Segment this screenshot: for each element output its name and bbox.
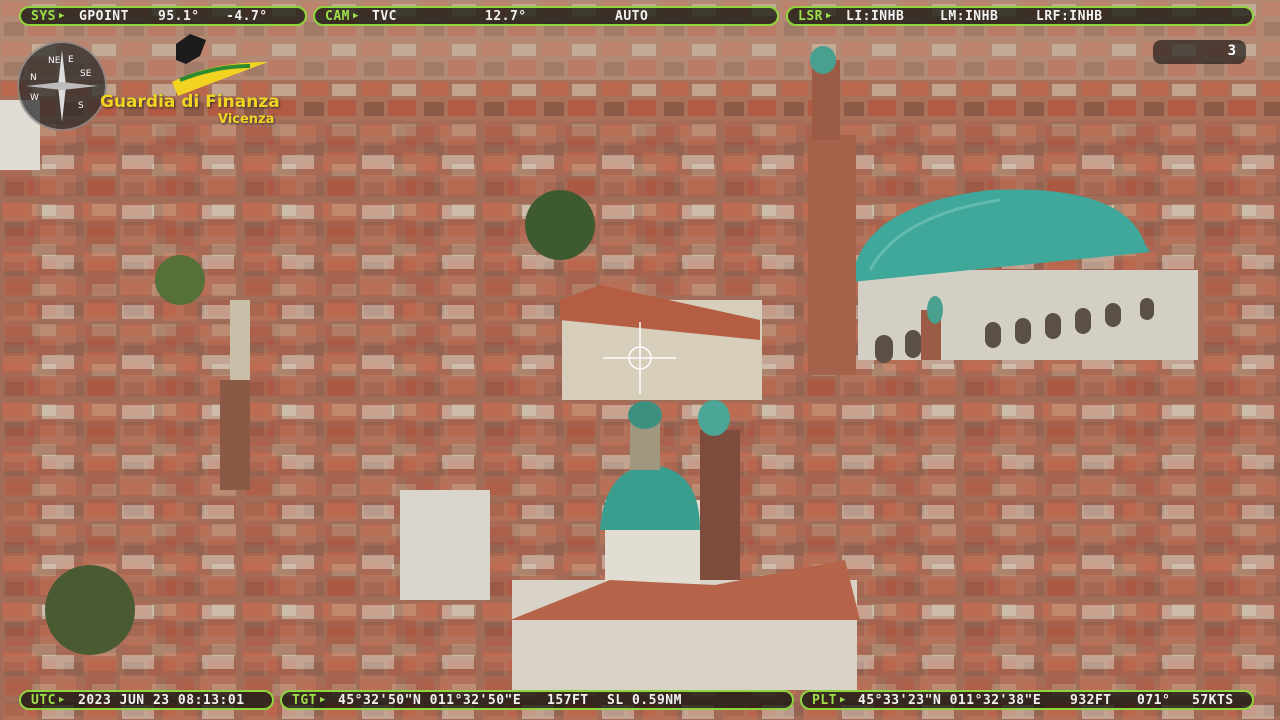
tgt-altitude: 157FT	[547, 693, 589, 708]
counter-badge: 3	[1153, 40, 1246, 64]
utc-label: UTC	[31, 692, 56, 708]
lsr-status-bar: LSR ▶ LI:INHB LM:INHB LRF:INHB	[786, 6, 1254, 26]
plt-speed: 57KTS	[1192, 693, 1234, 708]
utc-status-bar: UTC ▶ 2023 JUN 23 08:13:01	[19, 690, 274, 710]
cam-status-bar: CAM ▶ TVC 12.7° AUTO	[313, 6, 779, 26]
arrow-right-icon: ▶	[352, 11, 359, 21]
tgt-position: 45°32'50"N 011°32'50"E	[338, 693, 522, 708]
tgt-label: TGT	[292, 692, 317, 708]
plt-position: 45°33'23"N 011°32'38"E	[858, 693, 1042, 708]
sys-mode: GPOINT	[79, 9, 129, 24]
svg-text:W: W	[30, 93, 39, 103]
arrow-right-icon: ▶	[839, 695, 846, 705]
plt-heading: 071°	[1137, 693, 1171, 708]
sys-label: SYS	[31, 8, 56, 24]
cam-focus: AUTO	[615, 9, 649, 24]
logo-city: Vicenza	[218, 112, 275, 127]
utc-datetime: 2023 JUN 23 08:13:01	[78, 693, 245, 708]
svg-text:NE: NE	[48, 56, 61, 66]
lsr-lm: LM:INHB	[940, 9, 999, 24]
lsr-lrf: LRF:INHB	[1036, 9, 1103, 24]
svg-text:E: E	[68, 55, 74, 65]
svg-text:SE: SE	[80, 69, 92, 79]
cam-label: CAM	[325, 8, 350, 24]
arrow-right-icon: ▶	[825, 11, 832, 21]
cam-fov: 12.7°	[485, 9, 527, 24]
cam-sensor: TVC	[372, 9, 397, 24]
lsr-li: LI:INHB	[846, 9, 905, 24]
compass-rose: NE E SE S W N	[17, 41, 107, 131]
arrow-right-icon: ▶	[58, 11, 65, 21]
arrow-right-icon: ▶	[58, 695, 65, 705]
tgt-status-bar: TGT ▶ 45°32'50"N 011°32'50"E 157FT SL 0.5…	[280, 690, 794, 710]
lsr-label: LSR	[798, 8, 823, 24]
sys-azimuth: 95.1°	[158, 9, 200, 24]
plt-status-bar: PLT ▶ 45°33'23"N 011°32'38"E 932FT 071° 5…	[800, 690, 1254, 710]
svg-text:S: S	[78, 101, 84, 111]
sys-status-bar: SYS ▶ GPOINT 95.1° -4.7°	[19, 6, 307, 26]
sys-elevation: -4.7°	[226, 9, 268, 24]
tgt-slant-range: SL 0.59NM	[607, 693, 682, 708]
plt-label: PLT	[812, 692, 837, 708]
logo-name: Guardia di Finanza	[100, 92, 280, 112]
arrow-right-icon: ▶	[319, 695, 326, 705]
svg-text:N: N	[30, 73, 37, 83]
plt-altitude: 932FT	[1070, 693, 1112, 708]
